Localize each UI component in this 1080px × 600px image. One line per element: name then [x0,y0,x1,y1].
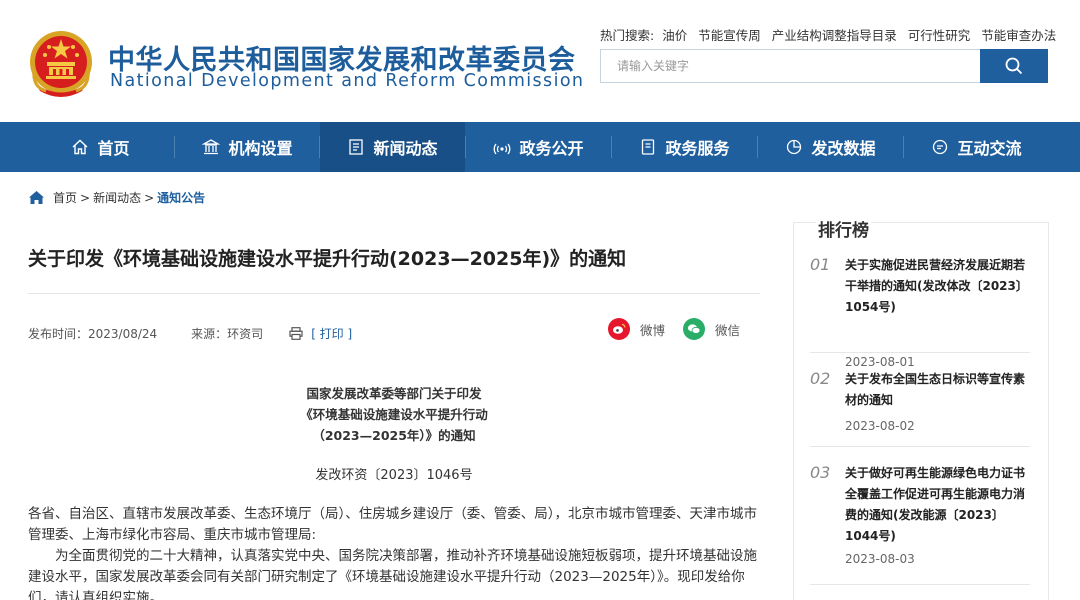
chat-icon [931,138,949,156]
rank-date: 2023-08-01 [845,355,915,369]
hot-search-link[interactable]: 可行性研究 [908,28,971,43]
news-icon [347,138,365,156]
nav-item-interaction[interactable]: 互动交流 [904,122,1049,172]
site-title-en: National Development and Reform Commissi… [110,71,585,91]
search-button[interactable] [980,49,1048,83]
nav-label: 机构设置 [228,139,293,158]
article-source: 来源：环资司 [191,327,264,341]
print-button[interactable]: [ 打印 ] [289,325,352,342]
main-nav: 首页 机构设置 新闻动态 政务公开 政务服务 发改数据 互动交流 [0,122,1080,172]
publish-time: 发布时间：2023/08/24 [28,327,158,341]
search-icon [1005,57,1023,75]
nav-label: 政务服务 [665,139,730,158]
breadcrumb: 首页 > 新闻动态 > 通知公告 [28,189,205,206]
nav-label: 首页 [97,139,130,158]
weibo-icon [608,318,630,340]
nav-label: 政务公开 [519,139,584,158]
article-body: 各省、自治区、直辖市发展改革委、生态环境厅（局）、住房城乡建设厅（委、管委、局）… [28,504,762,600]
document-heading: 国家发展改革委等部门关于印发 《环境基础设施建设水平提升行动 （2023—202… [28,383,760,446]
search-input[interactable] [601,50,981,82]
share-weibo-button[interactable]: 微博 [608,318,665,340]
rank-number: 01 [810,255,831,274]
nav-item-government-affairs[interactable]: 政务公开 [466,122,611,172]
broadcast-icon [493,138,511,156]
nav-item-data[interactable]: 发改数据 [758,122,903,172]
document-number: 发改环资〔2023〕1046号 [315,468,473,483]
hot-search-link[interactable]: 节能审查办法 [981,28,1056,43]
document-heading-line: 国家发展改革委等部门关于印发 [306,386,482,401]
rank-date: 2023-08-03 [845,552,915,566]
article-title: 关于印发《环境基础设施建设水平提升行动(2023—2025年)》的通知 [28,248,627,270]
printer-icon [289,327,303,340]
building-icon [202,138,221,156]
rank-title[interactable]: 关于做好可再生能源绿色电力证书全覆盖工作促进可再生能源电力消费的通知(发改能源〔… [845,463,1031,547]
nav-label: 互动交流 [957,139,1022,158]
wechat-icon [683,318,705,340]
nav-item-services[interactable]: 政务服务 [612,122,757,172]
hot-search-link[interactable]: 产业结构调整指导目录 [772,28,897,43]
article-meta: 发布时间：2023/08/24 来源：环资司 [ 打印 ] [28,325,352,342]
hot-search-bar: 热门搜索: 油价 节能宣传周 产业结构调整指导目录 可行性研究 节能审查办法 [600,25,1063,44]
national-emblem-logo[interactable] [28,29,94,99]
share-weibo-label: 微博 [640,322,666,338]
ranking-divider [810,352,1030,353]
rank-title[interactable]: 关于实施促进民营经济发展近期若干举措的通知(发改体改〔2023〕1054号) [845,255,1031,318]
search-box [600,49,1048,83]
rank-date: 2023-08-02 [845,419,915,433]
nav-item-news[interactable]: 新闻动态 [320,122,465,172]
document-heading-line: 《环境基础设施建设水平提升行动 [300,407,488,422]
ranking-divider [810,584,1030,585]
home-icon [71,138,89,156]
breadcrumb-news[interactable]: 新闻动态 [93,189,141,206]
rank-title[interactable]: 关于发布全国生态日标识等宣传素材的通知 [845,369,1031,411]
hot-search-link[interactable]: 油价 [662,28,687,43]
document-icon [639,138,657,156]
nav-label: 发改数据 [811,139,876,158]
recipients-paragraph: 各省、自治区、直辖市发展改革委、生态环境厅（局）、住房城乡建设厅（委、管委、局）… [28,506,757,543]
print-label: [ 打印 ] [311,327,353,341]
ranking-divider [810,446,1030,447]
ranking-sidebar: 排行榜 01 关于实施促进民营经济发展近期若干举措的通知(发改体改〔2023〕1… [793,216,1049,600]
breadcrumb-home[interactable]: 首页 [53,189,77,206]
breadcrumb-separator: > [144,190,155,205]
site-header: 中华人民共和国国家发展和改革委员会 National Development a… [0,0,1080,122]
nav-label: 新闻动态 [373,139,438,158]
rank-number: 03 [810,463,831,482]
hot-search-link[interactable]: 节能宣传周 [698,28,761,43]
hot-search-label: 热门搜索: [600,28,655,43]
sidebar-title: 排行榜 [816,216,871,241]
rank-number: 02 [810,369,831,388]
pie-chart-icon [785,138,803,156]
share-wechat-button[interactable]: 微信 [683,318,740,340]
breadcrumb-current[interactable]: 通知公告 [157,189,205,206]
body-paragraph: 为全面贯彻党的二十大精神，认真落实党中央、国务院决策部署，推动补齐环境基础设施短… [28,548,757,600]
share-wechat-label: 微信 [715,322,741,338]
nav-item-organization[interactable]: 机构设置 [175,122,320,172]
breadcrumb-separator: > [80,190,91,205]
nav-item-home[interactable]: 首页 [28,122,173,172]
document-heading-line: （2023—2025年）》的通知 [312,428,476,443]
home-icon[interactable] [28,190,45,205]
title-divider [28,293,760,294]
